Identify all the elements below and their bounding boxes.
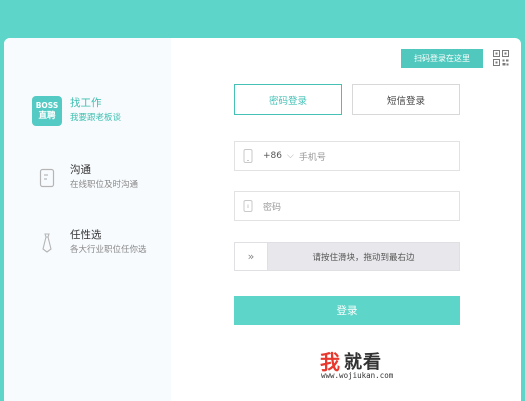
phone-field[interactable]: +86 ⌵ 手机号 (234, 141, 460, 171)
lock-icon (243, 199, 255, 213)
slider-captcha[interactable]: » 请按住滑块，拖动到最右边 (234, 242, 460, 271)
feature-communicate: 沟通 在线职位及时沟通 (32, 163, 138, 193)
logo-text-boss: BOSS (35, 101, 59, 110)
feature-choose: 任性选 各大行业职位任你选 (32, 228, 147, 258)
login-card: BOSS 直聘 找工作 我要跟老板谈 沟通 在线职位及时沟通 任性选 各大行业职… (4, 38, 521, 401)
chat-icon (32, 163, 62, 193)
boss-logo: BOSS 直聘 (32, 96, 62, 126)
feature-sidebar: BOSS 直聘 找工作 我要跟老板谈 沟通 在线职位及时沟通 任性选 各大行业职… (4, 38, 171, 401)
phone-icon (243, 149, 255, 163)
tab-password-login[interactable]: 密码登录 (234, 84, 342, 115)
tie-icon (32, 228, 62, 258)
chevron-down-icon[interactable]: ⌵ (287, 151, 294, 161)
watermark-logo: 我 就看 www.wojiukan.com (316, 346, 436, 386)
watermark-url: www.wojiukan.com (321, 371, 394, 380)
phone-input[interactable]: 手机号 (299, 150, 326, 163)
feature-title: 找工作 (70, 97, 102, 109)
feature-title: 任性选 (70, 229, 102, 241)
password-input[interactable]: 密码 (263, 200, 281, 213)
qr-login-banner[interactable]: 扫码登录在这里 (401, 49, 483, 68)
feature-subtitle: 在线职位及时沟通 (70, 180, 139, 190)
logo-text-zhipin: 直聘 (38, 111, 56, 121)
slider-hint: 请按住滑块，拖动到最右边 (312, 252, 415, 263)
login-button[interactable]: 登录 (234, 296, 460, 325)
slider-handle[interactable]: » (235, 243, 268, 270)
qr-code-icon[interactable] (493, 50, 509, 66)
feature-title: 沟通 (70, 164, 91, 176)
password-field[interactable]: 密码 (234, 191, 460, 221)
country-code-select[interactable]: +86 (263, 151, 282, 161)
feature-find-job: BOSS 直聘 找工作 我要跟老板谈 (32, 96, 121, 126)
tab-sms-login[interactable]: 短信登录 (352, 84, 460, 115)
feature-subtitle: 我要跟老板谈 (70, 113, 122, 123)
feature-subtitle: 各大行业职位任你选 (70, 245, 147, 255)
